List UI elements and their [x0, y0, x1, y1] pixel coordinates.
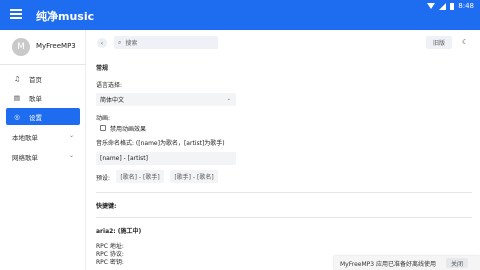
search-placeholder: 搜索 — [125, 40, 138, 47]
settings-icon: ◎ — [14, 112, 20, 121]
sidebar-group-label: 网络歌单 — [12, 154, 38, 162]
aria2-title: aria2: (施工中) — [96, 228, 142, 235]
section-divider — [96, 192, 472, 193]
sidebar-item-home[interactable]: ♫ 首页 — [6, 70, 80, 87]
music-note-icon: ♫ — [14, 74, 20, 83]
naming-format-input[interactable]: [name] - [artist] — [96, 152, 236, 165]
playlist-icon: ▤ — [13, 93, 21, 102]
old-version-button[interactable]: 旧版 — [426, 36, 452, 49]
sidebar: M MyFreeMP3 ♫ 首页 ▤ 歌单 ◎ 设置 本地歌单 ⌄ 网络歌单 ⌄ — [0, 30, 86, 270]
menu-icon[interactable] — [10, 9, 22, 19]
offline-ready-toast: MyFreeMP3 应用已准备好离线使用 关闭 — [334, 256, 480, 270]
sidebar-item-settings[interactable]: ◎ 设置 — [6, 108, 80, 125]
language-label: 语言选择: — [96, 82, 123, 89]
language-value: 简体中文 — [100, 97, 125, 104]
toast-close-button[interactable]: 关闭 — [446, 258, 468, 268]
back-button[interactable]: ‹ — [97, 38, 107, 48]
rpc-secret-label: RPC 密钥: — [96, 259, 124, 266]
sidebar-group-local[interactable]: 本地歌单 ⌄ — [12, 132, 76, 142]
settings-content: 常规 语言选择: 简体中文 ⌄ 动画: 禁用动画效果 音乐命名格式: ([nam… — [96, 54, 472, 270]
section-general-title: 常规 — [96, 65, 109, 72]
chevron-down-icon: ⌄ — [68, 152, 74, 159]
section-shortcut-title: 快捷键: — [96, 203, 117, 210]
section-divider — [96, 217, 472, 218]
signal-icon — [439, 2, 447, 10]
sidebar-item-label: 歌单 — [29, 94, 42, 103]
battery-icon — [450, 2, 455, 10]
search-icon: ⌕ — [118, 38, 122, 46]
app-title: 纯净music — [36, 10, 95, 23]
chevron-down-icon: ⌄ — [226, 96, 231, 102]
username: MyFreeMP3 — [36, 42, 76, 50]
top-bar: ‹ ⌕ 搜索 旧版 ☾ — [92, 36, 476, 50]
sidebar-item-playlists[interactable]: ▤ 歌单 — [6, 89, 80, 106]
sidebar-group-label: 本地歌单 — [12, 134, 38, 142]
disable-animation-label: 禁用动画效果 — [110, 126, 147, 133]
naming-format-label: 音乐命名格式: ([name]为歌名，[artist]为歌手) — [96, 140, 225, 147]
search-input[interactable]: ⌕ 搜索 — [114, 36, 218, 49]
sidebar-item-label: 设置 — [29, 113, 42, 122]
language-select[interactable]: 简体中文 ⌄ — [96, 93, 236, 106]
preset-button-name-artist[interactable]: [歌名] - [歌手] — [116, 170, 164, 183]
preset-label: 预设: — [96, 175, 111, 182]
chevron-down-icon: ⌄ — [68, 132, 74, 139]
animation-label: 动画: — [96, 115, 111, 122]
moon-icon[interactable]: ☾ — [462, 38, 468, 46]
sidebar-divider — [0, 64, 86, 65]
sidebar-item-label: 首页 — [29, 75, 42, 84]
preset-button-artist-name[interactable]: [歌手] - [歌名] — [170, 170, 218, 183]
sidebar-group-online[interactable]: 网络歌单 ⌄ — [12, 152, 76, 162]
app-bar: 纯净music 8:48 — [0, 0, 480, 30]
avatar[interactable]: M — [12, 38, 30, 56]
status-time: 8:48 — [458, 2, 474, 10]
wifi-icon — [427, 3, 436, 9]
disable-animation-checkbox[interactable] — [100, 125, 106, 131]
toast-message: MyFreeMP3 应用已准备好离线使用 — [340, 260, 436, 268]
status-bar: 8:48 — [427, 2, 474, 10]
